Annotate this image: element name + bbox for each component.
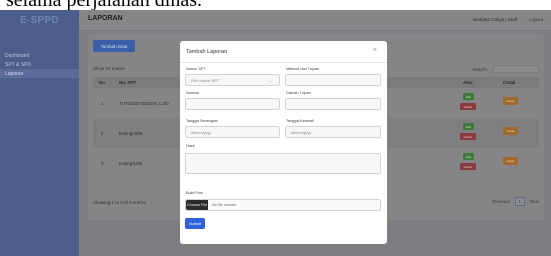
row-number: 3 — [101, 161, 104, 166]
file-status: No file chosen — [212, 203, 237, 207]
row-number: 2 — [101, 131, 104, 136]
sidebar-item-spt-spd[interactable]: SPT & SPD — [0, 60, 79, 69]
row-spt: TUTO/100 DDDOK 1.3/0 — [119, 101, 169, 106]
brand-logo[interactable]: E-SPPD — [0, 10, 79, 31]
pagination-next[interactable]: Next — [530, 199, 539, 204]
choose-file-button[interactable]: Choose File — [186, 200, 208, 210]
user-menu[interactable]: Berkana Cahya | Staff — [473, 17, 517, 22]
hasil-label: Hasil — [186, 144, 195, 148]
add-report-modal: Tambah Laporan × Nomor SPT Pilih Nomor S… — [180, 41, 387, 244]
close-icon[interactable]: × — [373, 47, 377, 54]
print-button[interactable]: Cetak — [503, 127, 518, 135]
chevron-down-icon: ⌄ — [268, 78, 272, 83]
print-button[interactable]: Cetak — [503, 157, 518, 165]
maksud-tujuan-label: Maksud dan Tujuan — [286, 67, 320, 71]
column-header-no[interactable]: No — [99, 80, 105, 85]
selama-input[interactable] — [185, 98, 280, 110]
hasil-textarea[interactable] — [185, 153, 381, 174]
delete-button[interactable]: Delete — [460, 163, 476, 170]
search-label: Search: — [472, 67, 488, 72]
bukti-foto-label: Bukti Foto — [186, 191, 204, 195]
app-window: E-SPPD Dashboard SPT & SPD Laporan LAPOR… — [0, 10, 551, 256]
column-header-no-spt[interactable]: No. SPT — [119, 80, 136, 85]
column-header-cetak[interactable]: Cetak — [503, 80, 515, 85]
tanggal-kembali-input[interactable]: dd/mm/yyyy — [285, 126, 381, 138]
sidebar-item-laporan[interactable]: Laporan — [0, 69, 79, 78]
add-data-button[interactable]: Tambah Data — [93, 40, 135, 52]
delete-button[interactable]: Delete — [460, 103, 476, 110]
daerah-tujuan-input[interactable] — [285, 98, 381, 110]
logout-link[interactable]: Logout — [529, 17, 543, 22]
column-header-aksi[interactable]: Aksi — [463, 80, 473, 85]
bukti-foto-file-input[interactable]: Choose File No file chosen — [185, 199, 381, 211]
row-spt: testing/2/09 — [119, 131, 143, 136]
edit-button[interactable]: Edit — [463, 93, 474, 100]
maksud-tujuan-input[interactable] — [285, 74, 381, 86]
tanggal-kembali-label: Tanggal Kembali — [286, 119, 315, 123]
document-caption: selama perjalanan dinas. — [0, 0, 551, 10]
modal-header: Tambah Laporan × — [180, 41, 387, 63]
submit-button[interactable]: Submit — [185, 218, 205, 229]
print-button[interactable]: Cetak — [503, 97, 518, 105]
pagination-previous[interactable]: Previous — [492, 199, 510, 204]
sidebar: E-SPPD Dashboard SPT & SPD Laporan — [0, 10, 79, 256]
page-title: LAPORAN — [88, 15, 123, 22]
search-input[interactable] — [493, 65, 539, 73]
daerah-tujuan-label: Daerah Tujuan — [286, 91, 311, 95]
nomor-spt-select[interactable]: Pilih Nomor SPT ⌄ — [185, 74, 280, 86]
row-spt: testing/1/09 — [119, 161, 143, 166]
nomor-spt-label: Nomor SPT — [186, 67, 206, 71]
topbar: LAPORAN Berkana Cahya | Staff Logout — [79, 10, 551, 31]
delete-button[interactable]: Delete — [460, 133, 476, 140]
nomor-spt-value: Pilih Nomor SPT — [191, 78, 220, 83]
row-number: 1 — [101, 101, 104, 106]
tanggal-berangkat-placeholder: dd/mm/yyyy — [191, 130, 212, 135]
selama-label: Selama — [186, 91, 199, 95]
pagination: Previous 1 Next — [492, 197, 539, 206]
tanggal-berangkat-label: Tanggal Berangkat — [186, 119, 218, 123]
edit-button[interactable]: Edit — [463, 153, 474, 160]
modal-title: Tambah Laporan — [186, 49, 228, 55]
tanggal-berangkat-input[interactable]: dd/mm/yyyy — [185, 126, 280, 138]
table-info: Showing 1 to 3 of 3 entries — [93, 200, 147, 205]
caption-text: selama perjalanan dinas. — [6, 0, 202, 10]
sidebar-item-dashboard[interactable]: Dashboard — [0, 51, 79, 60]
pagination-page-1[interactable]: 1 — [514, 197, 525, 206]
tanggal-kembali-placeholder: dd/mm/yyyy — [291, 130, 312, 135]
edit-button[interactable]: Edit — [463, 123, 474, 130]
show-entries-select[interactable]: Show 10 entries — [93, 66, 125, 71]
